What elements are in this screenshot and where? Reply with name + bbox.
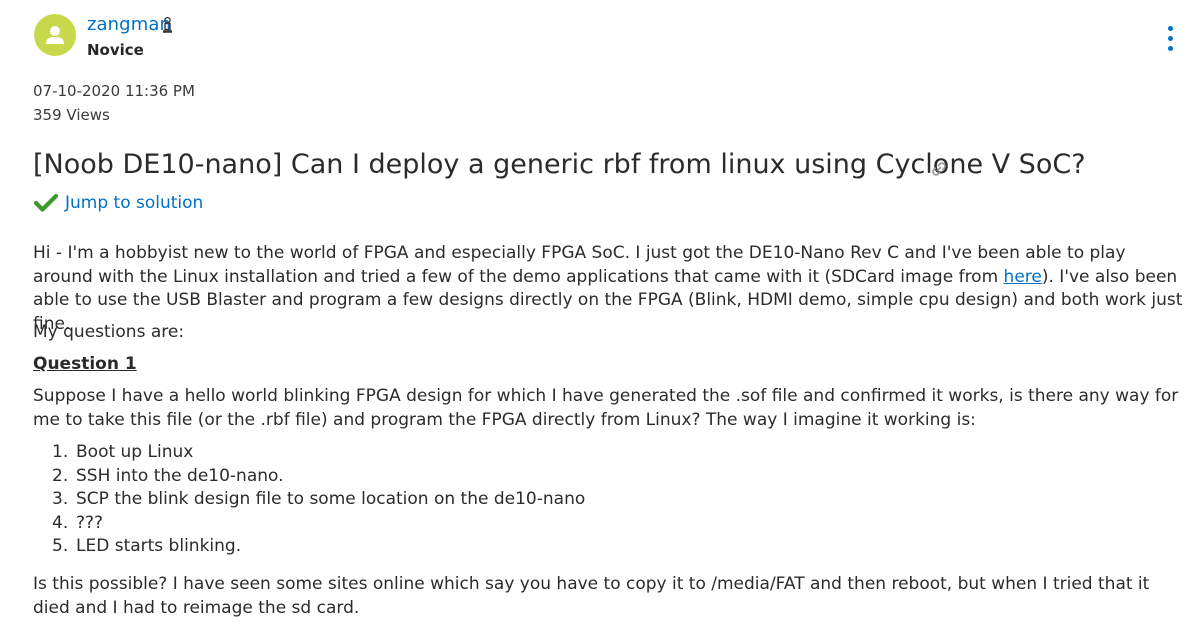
- kebab-menu-icon[interactable]: [1163, 26, 1177, 54]
- list-item: 1. Boot up Linux: [33, 441, 585, 465]
- list-item: 5. LED starts blinking.: [33, 535, 585, 559]
- body-paragraph-3: Suppose I have a hello world blinking FP…: [33, 386, 1179, 430]
- rank-badge-icon: [162, 16, 173, 38]
- jump-to-solution-link[interactable]: Jump to solution: [34, 191, 203, 215]
- list-number: 5.: [52, 536, 69, 556]
- forum-post: zangman Novice 07-10-2020 11:36 PM 359 V…: [0, 0, 1200, 629]
- list-number: 3.: [52, 489, 69, 509]
- question-heading: Question 1: [33, 354, 137, 374]
- avatar[interactable]: [34, 14, 76, 56]
- list-number: 2.: [52, 465, 69, 486]
- list-text: LED starts blinking.: [76, 536, 242, 556]
- author-name-link[interactable]: zangman: [87, 14, 171, 35]
- user-avatar-icon: [46, 26, 64, 44]
- list-text: SSH into the de10-nano.: [76, 465, 284, 486]
- sdcard-image-link[interactable]: here: [1004, 267, 1042, 287]
- body-paragraph-2: My questions are:: [33, 322, 185, 342]
- list-item: 2. SSH into the de10-nano.: [33, 465, 585, 489]
- link-icon[interactable]: [929, 159, 949, 183]
- view-count: 359 Views: [33, 106, 110, 124]
- list-number: 1.: [52, 442, 69, 462]
- paragraph-text: Hi - I'm a hobbyist new to the world of …: [33, 243, 1126, 287]
- list-text: Boot up Linux: [76, 442, 194, 462]
- list-item: 3. SCP the blink design file to some loca…: [33, 488, 585, 512]
- author-rank: Novice: [87, 41, 144, 59]
- checkmark-icon: [34, 193, 58, 212]
- steps-list: 1. Boot up Linux 2. SSH into the de10-nano…: [33, 441, 585, 559]
- list-number: 4.: [52, 512, 69, 533]
- list-text: ???: [76, 512, 104, 533]
- list-text: SCP the blink design file to some locati…: [76, 489, 586, 509]
- body-paragraph-4: Is this possible? I have seen some sites…: [33, 574, 1150, 618]
- jump-to-solution-label: Jump to solution: [65, 193, 204, 213]
- post-title: [Noob DE10-nano] Can I deploy a generic …: [33, 149, 1086, 180]
- list-item: 4.???: [33, 512, 585, 536]
- post-date: 07-10-2020 11:36 PM: [33, 82, 195, 100]
